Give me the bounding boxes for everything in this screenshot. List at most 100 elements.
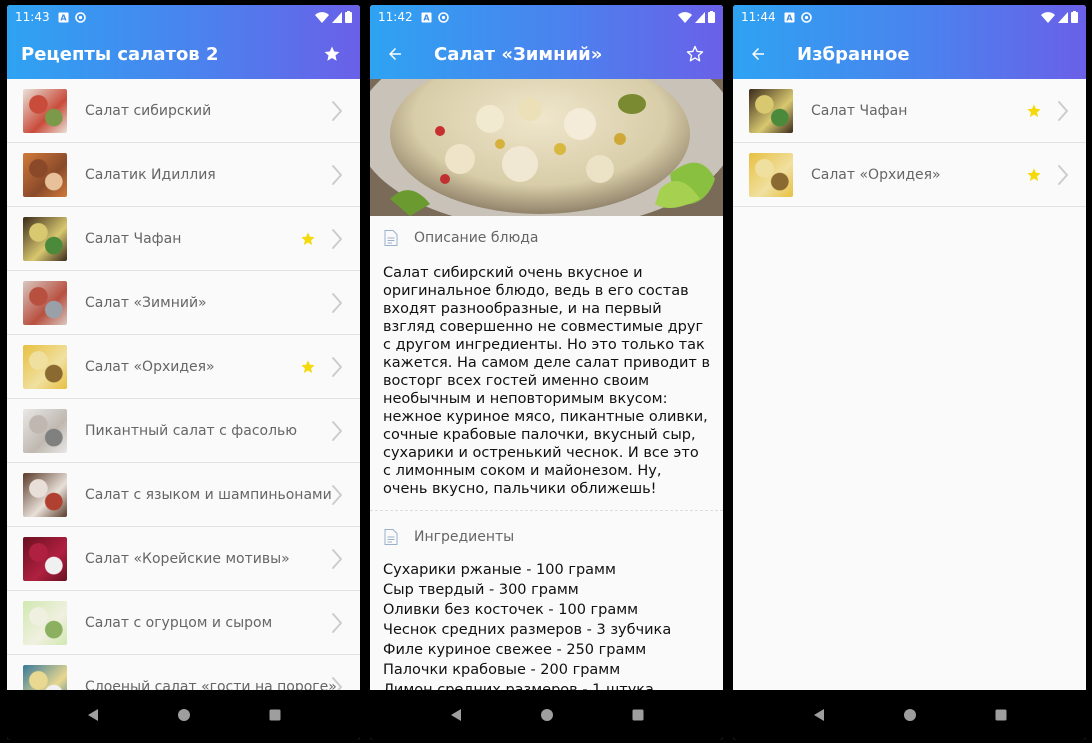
recipe-list-item[interactable]: Салат сибирский: [7, 79, 360, 143]
battery-icon: [345, 11, 352, 23]
square-recents-icon: [995, 709, 1006, 721]
favorites-button[interactable]: [312, 29, 352, 79]
recipe-title: Салат «Зимний»: [434, 43, 603, 65]
recipe-name: Салат «Орхидея»: [811, 166, 941, 183]
status-time: 11:42: [378, 10, 413, 24]
system-nav-bar: [370, 690, 723, 740]
nav-back-button[interactable]: [804, 700, 834, 730]
signal-icon: [332, 11, 342, 23]
recipe-thumbnail: [23, 216, 67, 261]
star-favorite-icon[interactable]: [300, 231, 316, 247]
recipe-list-item[interactable]: Салатик Идиллия: [7, 143, 360, 207]
nav-recents-button[interactable]: [623, 700, 653, 730]
chevron-right-icon: [332, 677, 342, 690]
nav-recents-button[interactable]: [260, 700, 290, 730]
sync-icon: [74, 11, 86, 23]
ingredients-list: Сухарики ржаные - 100 грамм Сыр твердый -…: [370, 559, 723, 690]
battery-icon: [1071, 11, 1078, 23]
recipe-list-item[interactable]: Салат «Корейские мотивы»: [7, 527, 360, 591]
add-to-favorites-button[interactable]: [675, 29, 715, 79]
salad-photo-image: [370, 79, 723, 216]
recipe-list-item[interactable]: Салат «Орхидея»: [733, 143, 1086, 207]
app-bar: Рецепты салатов 2: [7, 29, 360, 79]
star-outline-icon: [686, 45, 704, 62]
star-favorite-icon[interactable]: [1026, 103, 1042, 119]
signal-icon: [695, 11, 705, 23]
svg-text:A: A: [60, 13, 67, 22]
nav-home-button[interactable]: [169, 700, 199, 730]
recipe-list: Салат сибирский Салатик Идиллия Салат Чафа…: [7, 79, 360, 690]
description-text: Салат сибирский очень вкусное и оригинал…: [383, 265, 710, 497]
divider: [370, 510, 723, 511]
recipe-thumbnail: [23, 536, 67, 581]
app-bar: Избранное: [733, 29, 1086, 79]
ingredient-item: Филе куриное свежее - 250 грамм: [383, 642, 647, 658]
recipe-list-item[interactable]: Салат «Орхидея»: [7, 335, 360, 399]
recipe-thumbnail: [23, 408, 67, 453]
recipe-detail-screen: 11:42 A Салат «Зимний» Описание блюда Са…: [370, 5, 723, 740]
chevron-right-icon: [332, 549, 342, 569]
nav-home-button[interactable]: [895, 700, 925, 730]
chevron-right-icon: [332, 421, 342, 441]
recipe-name: Салат Чафан: [811, 102, 908, 119]
ingredient-item: Сыр твердый - 300 грамм: [383, 582, 579, 598]
svg-text:A: A: [423, 13, 430, 22]
description-header-label: Описание блюда: [414, 230, 539, 246]
status-bar: 11:44 A: [733, 5, 1086, 29]
star-favorite-icon[interactable]: [1026, 167, 1042, 183]
square-recents-icon: [269, 709, 280, 721]
nav-home-button[interactable]: [532, 700, 562, 730]
square-recents-icon: [632, 709, 643, 721]
arrow-back-icon: [389, 48, 401, 60]
recipe-list-item[interactable]: Салат Чафан: [7, 207, 360, 271]
recipe-list-item[interactable]: Салат Чафан: [733, 79, 1086, 143]
notification-a-icon: A: [784, 12, 795, 22]
recipe-thumbnail: [23, 664, 67, 690]
notification-a-icon: A: [421, 12, 432, 22]
recipe-thumbnail: [749, 88, 793, 133]
recipe-photo: [370, 79, 723, 216]
wifi-icon: [1041, 11, 1055, 23]
wifi-icon: [315, 11, 329, 23]
document-icon: [384, 529, 398, 545]
battery-icon: [708, 11, 715, 23]
wifi-icon: [678, 11, 692, 23]
chevron-right-icon: [332, 293, 342, 313]
star-favorite-icon[interactable]: [300, 359, 316, 375]
ingredient-item: Оливки без косточек - 100 грамм: [383, 602, 639, 618]
nav-back-button[interactable]: [441, 700, 471, 730]
back-button[interactable]: [370, 29, 420, 79]
circle-home-icon: [903, 709, 916, 721]
ingredient-item: Лимон средних размеров - 1 штука: [383, 682, 654, 690]
triangle-back-icon: [87, 709, 98, 721]
nav-back-button[interactable]: [78, 700, 108, 730]
nav-recents-button[interactable]: [986, 700, 1016, 730]
recipe-thumbnail: [23, 280, 67, 325]
notification-a-icon: A: [58, 12, 69, 22]
chevron-right-icon: [1058, 101, 1068, 121]
recipes-list-screen: 11:43 A Рецепты салатов 2 Салат сибирски…: [7, 5, 360, 740]
description-header: Описание блюда: [370, 216, 723, 260]
recipe-name: Салат «Орхидея»: [85, 358, 215, 375]
document-icon: [384, 230, 398, 246]
chevron-right-icon: [332, 229, 342, 249]
triangle-back-icon: [813, 709, 824, 721]
recipe-list-item[interactable]: Пикантный салат с фасолью: [7, 399, 360, 463]
recipe-list-item[interactable]: Салат «Зимний»: [7, 271, 360, 335]
star-filled-icon: [324, 46, 340, 61]
ingredient-item: Сухарики ржаные - 100 грамм: [383, 562, 616, 578]
signal-icon: [1058, 11, 1068, 23]
recipe-thumbnail: [749, 152, 793, 197]
recipe-list-item[interactable]: Слоеный салат «гости на пороге»: [7, 655, 360, 690]
recipe-thumbnail: [23, 472, 67, 517]
recipe-name: Пикантный салат с фасолью: [85, 422, 298, 439]
recipe-list-item[interactable]: Салат с языком и шампиньонами: [7, 463, 360, 527]
chevron-right-icon: [332, 357, 342, 377]
back-button[interactable]: [733, 29, 783, 79]
chevron-right-icon: [332, 485, 342, 505]
recipe-name: Салат «Зимний»: [85, 294, 207, 311]
recipe-name: Слоеный салат «гости на пороге»: [85, 678, 337, 691]
sync-icon: [800, 11, 812, 23]
recipe-list-item[interactable]: Салат с огурцом и сыром: [7, 591, 360, 655]
chevron-right-icon: [332, 613, 342, 633]
